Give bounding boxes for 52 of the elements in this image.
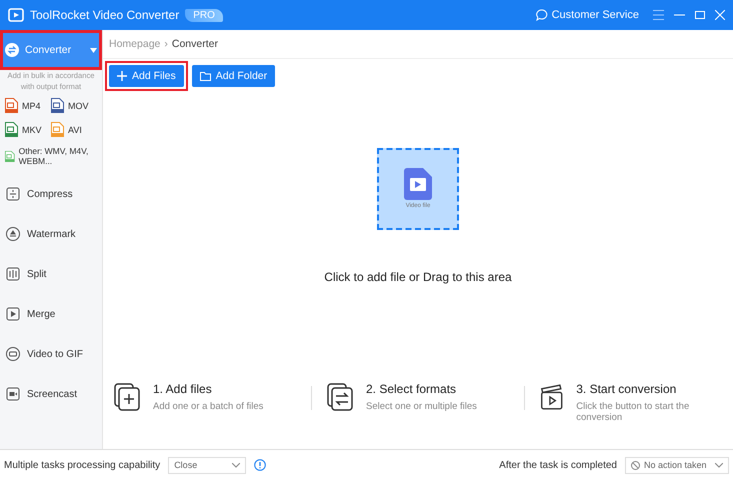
close-icon[interactable]	[715, 10, 725, 20]
pro-badge: PRO	[185, 8, 223, 22]
screencast-icon	[5, 386, 21, 402]
step-description: Add one or a batch of files	[153, 401, 264, 412]
app-logo-icon	[8, 8, 24, 22]
swap-files-icon	[326, 382, 356, 412]
breadcrumb-current: Converter	[172, 38, 218, 50]
prohibited-icon	[631, 460, 640, 470]
video-file-icon	[404, 168, 432, 200]
caret-icon	[90, 48, 97, 52]
customer-service-link[interactable]: Customer Service	[536, 9, 639, 21]
minimize-icon[interactable]	[674, 14, 685, 16]
format-option[interactable]: MP4	[5, 98, 51, 113]
info-icon[interactable]	[254, 459, 266, 471]
step-description: Select one or multiple files	[366, 401, 477, 412]
merge-icon	[5, 306, 21, 322]
chevron-down-icon	[715, 462, 723, 468]
tasks-label: Multiple tasks processing capability	[4, 460, 160, 470]
sidebar-item[interactable]: Screencast	[0, 374, 102, 414]
chat-icon	[536, 9, 548, 21]
after-task-dropdown[interactable]: No action taken	[625, 456, 729, 474]
add-files-button[interactable]: Add Files	[109, 65, 184, 87]
split-icon	[5, 266, 21, 282]
tasks-dropdown[interactable]: Close	[168, 456, 246, 474]
watermark-icon	[5, 226, 21, 242]
sidebar-item[interactable]: Merge	[0, 294, 102, 334]
folder-icon	[200, 71, 211, 81]
step-title: 2. Select formats	[366, 382, 458, 396]
add-folder-button[interactable]: Add Folder	[192, 65, 276, 87]
format-option[interactable]: AVI	[51, 122, 97, 137]
breadcrumb-separator: ›	[164, 38, 168, 50]
sidebar-item[interactable]: Split	[0, 254, 102, 294]
drop-prompt: Click to add file or Drag to this area	[324, 270, 512, 284]
step-title: 1. Add files	[153, 382, 213, 396]
plus-icon	[117, 71, 127, 81]
add-file-icon	[113, 382, 143, 412]
menu-icon[interactable]	[653, 10, 664, 20]
window-title: ToolRocket Video Converter	[30, 8, 180, 22]
after-task-label: After the task is completed	[499, 460, 617, 470]
sidebar-item[interactable]: Compress	[0, 174, 102, 214]
gif-icon	[5, 346, 21, 362]
step-description: Click the button to start the conversion	[576, 401, 690, 423]
format-option[interactable]: MOV	[51, 98, 97, 113]
compress-icon	[5, 186, 21, 202]
maximize-icon[interactable]	[695, 11, 705, 19]
sidebar-item[interactable]: Watermark	[0, 214, 102, 254]
sidebar-item[interactable]: Video to GIF	[0, 334, 102, 374]
chevron-down-icon	[232, 462, 240, 468]
step-title: 3. Start conversion	[576, 382, 678, 396]
format-option[interactable]: Other: WMV, M4V, WEBM...	[5, 146, 97, 166]
swap-icon	[5, 43, 19, 57]
format-option[interactable]: MKV	[5, 122, 51, 137]
